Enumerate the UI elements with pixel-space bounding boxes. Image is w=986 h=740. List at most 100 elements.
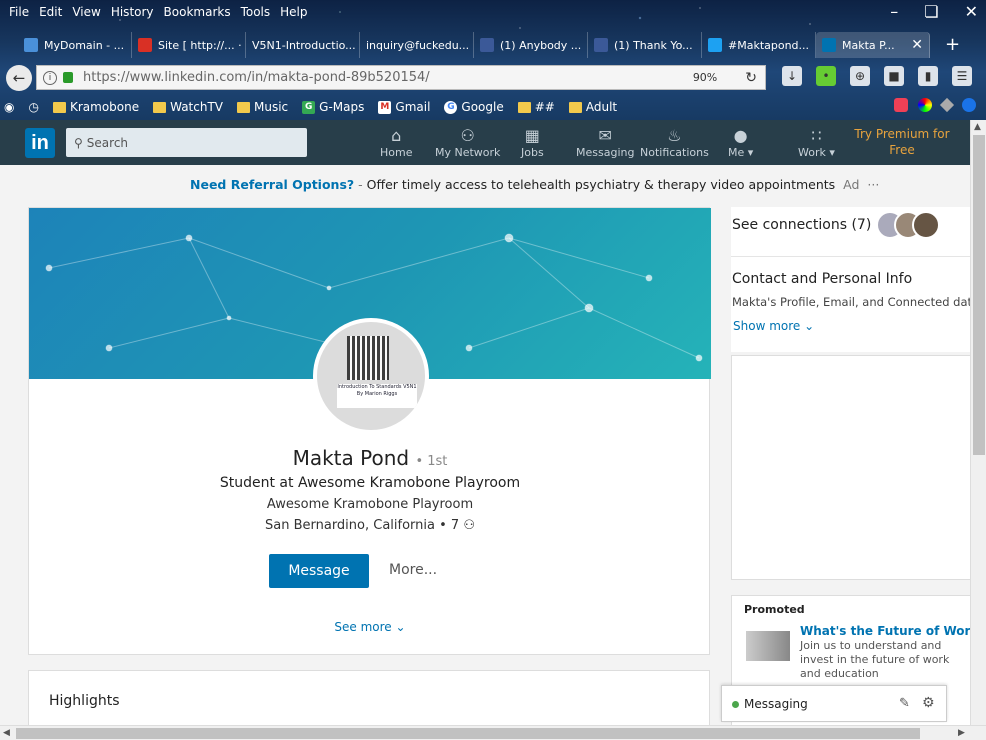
back-button-icon[interactable]: ← [6, 65, 32, 91]
message-button[interactable]: Message [269, 554, 369, 588]
promo-image[interactable] [746, 631, 790, 661]
download-icon[interactable]: ↓ [782, 66, 802, 86]
nav-label: Work ▾ [798, 146, 835, 159]
tab-inquiry[interactable]: inquiry@fuckedu... [360, 32, 474, 58]
menu-history[interactable]: History [106, 5, 159, 19]
nav-home[interactable]: ⌂ Home [380, 126, 412, 159]
info-icon[interactable]: i [43, 70, 57, 85]
scroll-left-icon[interactable]: ◀ [3, 728, 10, 738]
ad-link[interactable]: Need Referral Options? [190, 177, 354, 192]
extension-2-icon[interactable]: ■ [884, 66, 904, 86]
tab-strip: MyDomain - ... Site [ http://... · V5N1-… [18, 32, 930, 58]
ad-more-icon[interactable]: ··· [867, 177, 879, 192]
extension-icon[interactable]: • [816, 66, 836, 86]
avatar-icon: ● [733, 126, 748, 145]
horizontal-scrollbar[interactable]: ◀ ▶ [0, 725, 986, 740]
menu-help[interactable]: Help [275, 5, 312, 19]
scrollbar-thumb[interactable] [973, 135, 985, 455]
menu-bookmarks[interactable]: Bookmarks [159, 5, 236, 19]
profile-avatar[interactable]: Introduction To Standards V5N1 By Marion… [313, 318, 429, 434]
bookmark-watchtv[interactable]: WatchTV [153, 100, 223, 114]
tab-facebook-2[interactable]: (1) Thank Yo... [588, 32, 702, 58]
try-premium-link[interactable]: Try Premium for Free [850, 126, 954, 158]
folder-icon [517, 101, 531, 113]
see-more-link[interactable]: See more ⌄ [29, 620, 711, 634]
minimize-icon[interactable]: – [890, 2, 898, 21]
gear-icon[interactable]: ⚙ [922, 695, 935, 711]
tab-twitter[interactable]: #Maktapond... [702, 32, 816, 58]
menu-view[interactable]: View [67, 5, 105, 19]
zoom-level[interactable]: 90% [693, 71, 717, 84]
maximize-icon[interactable]: ❏ [924, 2, 938, 21]
tab-site[interactable]: Site [ http://... · [132, 32, 246, 58]
profile-company[interactable]: Awesome Kramobone Playroom [29, 497, 711, 512]
nav-my-network[interactable]: ⚇ My Network [435, 126, 500, 159]
bookmark-label: Music [254, 100, 289, 114]
menu-bar: File Edit View History Bookmarks Tools H… [0, 0, 313, 24]
avatar-caption: Introduction To Standards V5N1 By Marion… [337, 384, 417, 408]
clock-icon[interactable]: ◷ [28, 100, 38, 114]
tab-linkedin-active[interactable]: Makta P... ✕ [816, 32, 930, 58]
bookmark-google[interactable]: G Google [444, 100, 504, 114]
vertical-scrollbar[interactable]: ▲ [970, 120, 986, 725]
nav-me[interactable]: ● Me ▾ [728, 126, 753, 159]
reader-icon[interactable]: ▮ [918, 66, 938, 86]
bookmark-adult[interactable]: Adult [568, 100, 617, 114]
compose-icon[interactable]: ✎ [899, 696, 910, 711]
connection-count[interactable]: 7 [451, 518, 459, 533]
scroll-up-icon[interactable]: ▲ [974, 122, 981, 132]
bookmark-gmaps[interactable]: G G-Maps [302, 100, 364, 114]
promoted-label: Promoted [744, 603, 805, 616]
scrollbar-thumb[interactable] [16, 728, 920, 739]
colorwheel-icon[interactable] [918, 98, 932, 112]
grid-icon: ∷ [811, 126, 822, 145]
nav-messaging[interactable]: ✉ Messaging [576, 126, 634, 159]
hamburger-menu-icon[interactable]: ☰ [952, 66, 972, 86]
more-button[interactable]: More... [389, 562, 437, 578]
tab-label: MyDomain - ... [44, 38, 125, 52]
download-status-icon[interactable] [962, 98, 976, 112]
see-connections-link[interactable]: See connections (7) [732, 217, 871, 233]
nav-label: Me ▾ [728, 146, 754, 159]
reload-icon[interactable]: ↻ [745, 70, 757, 86]
menu-edit[interactable]: Edit [34, 5, 67, 19]
scroll-right-icon[interactable]: ▶ [958, 728, 965, 738]
mask-icon[interactable]: ◉ [4, 100, 14, 114]
bookmark-hash[interactable]: ## [517, 100, 555, 114]
nav-work[interactable]: ∷ Work ▾ [798, 126, 835, 159]
messaging-overlay[interactable]: Messaging ✎ ⚙ [721, 685, 947, 722]
url-text[interactable]: https://www.linkedin.com/in/makta-pond-8… [83, 70, 693, 85]
google-icon: G [444, 100, 458, 114]
search-input[interactable]: ⚲ Search [66, 128, 307, 157]
see-connections-panel[interactable]: See connections (7) [731, 207, 971, 257]
search-placeholder: Search [86, 135, 129, 150]
bookmark-music[interactable]: Music [237, 100, 288, 114]
close-window-icon[interactable]: ✕ [965, 2, 978, 21]
connections-icon: ⚇ [463, 518, 475, 533]
crosshair-icon[interactable]: ⊕ [850, 66, 870, 86]
close-tab-icon[interactable]: ✕ [911, 37, 923, 53]
bookmark-kramobone[interactable]: Kramobone [52, 100, 139, 114]
menu-file[interactable]: File [4, 5, 34, 19]
linkedin-logo[interactable]: in [25, 128, 55, 158]
nav-label: Notifications [640, 146, 709, 159]
nav-notifications[interactable]: ♨ Notifications [640, 126, 709, 159]
menu-tools[interactable]: Tools [236, 5, 276, 19]
new-tab-icon[interactable]: + [945, 34, 960, 55]
show-more-link[interactable]: Show more ⌄ [733, 319, 814, 333]
tab-v5n1[interactable]: V5N1-Introductio... [246, 32, 360, 58]
diamond-icon[interactable] [939, 97, 955, 113]
highlights-title: Highlights [49, 693, 120, 709]
promo-title[interactable]: What's the Future of Work [800, 624, 978, 638]
nav-jobs[interactable]: ▦ Jobs [521, 126, 544, 159]
bookmark-label: G-Maps [319, 100, 365, 114]
facebook-favicon-icon [480, 38, 494, 52]
tab-mydomain[interactable]: MyDomain - ... [18, 32, 132, 58]
tab-facebook-1[interactable]: (1) Anybody ... [474, 32, 588, 58]
top-ad-banner[interactable]: Need Referral Options? - Offer timely ac… [190, 177, 879, 192]
chevron-down-icon: ⌄ [395, 620, 406, 634]
url-field[interactable]: i https://www.linkedin.com/in/makta-pond… [36, 65, 766, 90]
bookmark-gmail[interactable]: M Gmail [378, 100, 430, 114]
pocket-icon[interactable] [894, 98, 908, 112]
nav-label: Home [380, 146, 413, 159]
